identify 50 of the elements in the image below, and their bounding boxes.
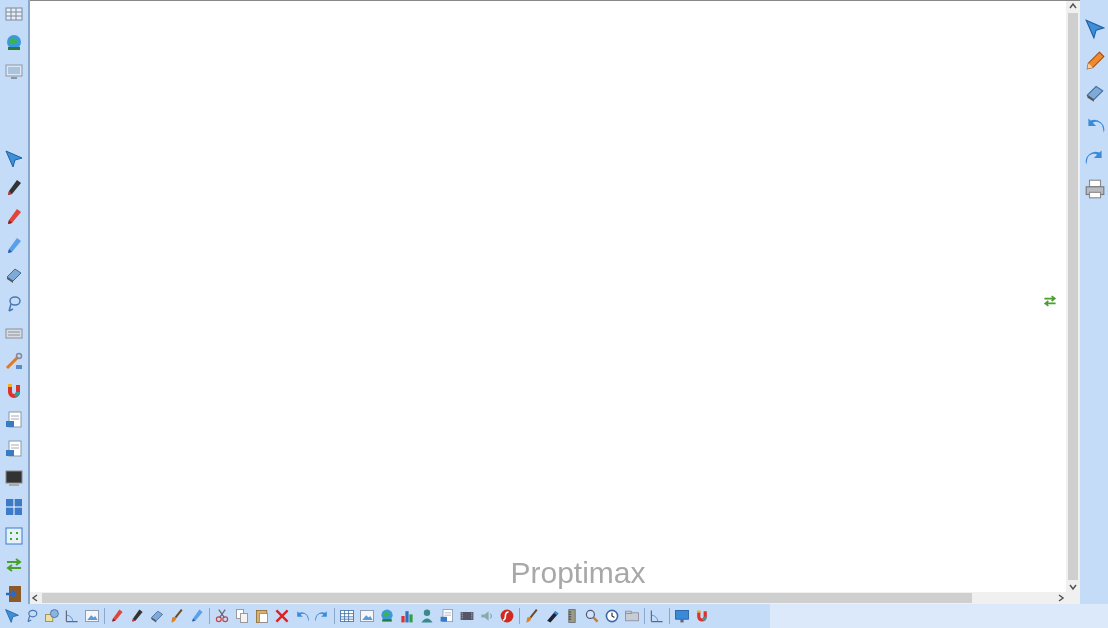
scissors-icon[interactable]	[214, 608, 230, 624]
pencil-icon[interactable]	[1084, 50, 1106, 72]
drawing-canvas[interactable]: Proptimax	[30, 1, 1066, 592]
globe-icon[interactable]	[4, 33, 24, 53]
monitor-icon[interactable]	[4, 62, 24, 82]
redo-icon[interactable]	[314, 608, 330, 624]
marker-icon[interactable]	[544, 608, 560, 624]
scroll-down-icon[interactable]	[1068, 582, 1078, 592]
protractor-icon[interactable]	[649, 608, 665, 624]
globe-icon[interactable]	[379, 608, 395, 624]
cursor-icon[interactable]	[4, 608, 20, 624]
cursor-icon[interactable]	[1084, 18, 1106, 40]
delete-icon[interactable]	[274, 608, 290, 624]
document-icon[interactable]	[439, 608, 455, 624]
eraser-icon[interactable]	[149, 608, 165, 624]
shapes-icon[interactable]	[44, 608, 60, 624]
brush-icon[interactable]	[524, 608, 540, 624]
flash-icon[interactable]	[499, 608, 515, 624]
figure-icon[interactable]	[419, 608, 435, 624]
bar-chart-icon[interactable]	[399, 608, 415, 624]
magnifier-icon[interactable]	[584, 608, 600, 624]
document-icon[interactable]	[4, 439, 24, 459]
screen-icon[interactable]	[4, 468, 24, 488]
swap-arrows-icon[interactable]	[1042, 293, 1058, 309]
clock-icon[interactable]	[604, 608, 620, 624]
door-icon[interactable]	[4, 584, 24, 604]
document-icon[interactable]	[4, 410, 24, 430]
swap-arrows-icon[interactable]	[4, 555, 24, 575]
scroll-left-icon[interactable]	[30, 593, 40, 603]
scrollbar-thumb[interactable]	[42, 593, 972, 603]
grid-icon[interactable]	[4, 4, 24, 24]
copy-icon[interactable]	[234, 608, 250, 624]
cursor-icon[interactable]	[4, 149, 24, 169]
protractor-icon[interactable]	[64, 608, 80, 624]
brush-icon[interactable]	[169, 608, 185, 624]
tiles-icon[interactable]	[4, 526, 24, 546]
scroll-up-icon[interactable]	[1068, 1, 1078, 11]
display-icon[interactable]	[674, 608, 690, 624]
undo-icon[interactable]	[294, 608, 310, 624]
magnet-icon[interactable]	[694, 608, 710, 624]
scrollbar-thumb[interactable]	[1068, 13, 1078, 580]
image-icon[interactable]	[359, 608, 375, 624]
table-icon[interactable]	[339, 608, 355, 624]
clipboard-icon[interactable]	[254, 608, 270, 624]
tools-icon[interactable]	[4, 352, 24, 372]
printer-icon[interactable]	[1084, 178, 1106, 200]
brand-text: Proptimax	[510, 556, 646, 590]
pen-icon[interactable]	[129, 608, 145, 624]
scroll-right-icon[interactable]	[1056, 593, 1066, 603]
image-icon[interactable]	[84, 608, 100, 624]
